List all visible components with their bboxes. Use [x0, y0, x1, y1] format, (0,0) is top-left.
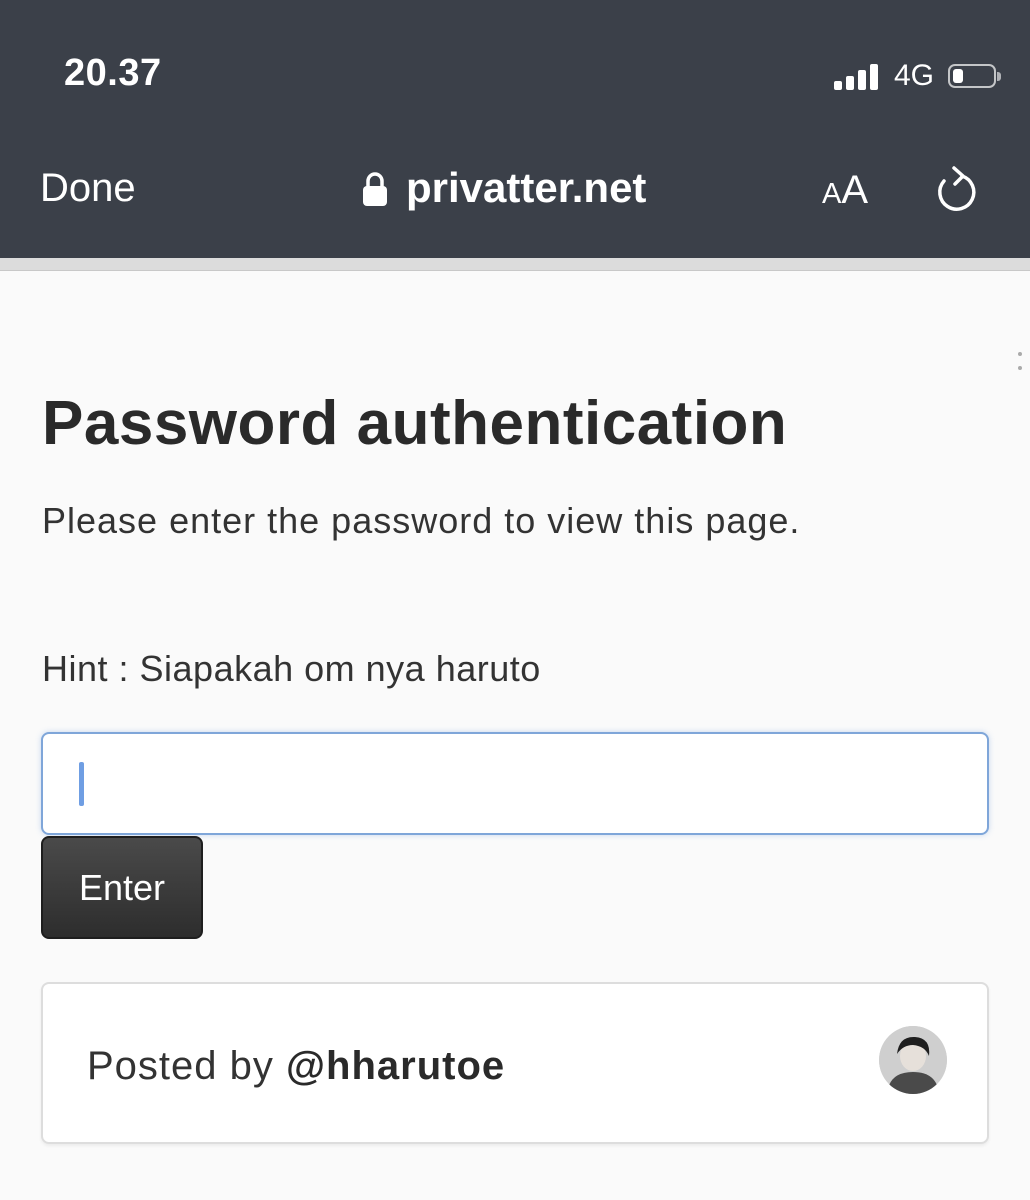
reload-icon[interactable] — [932, 164, 980, 218]
text-caret — [79, 762, 84, 806]
author-card: Posted by @hharutoe — [41, 982, 989, 1144]
posted-by-line: Posted by @hharutoe — [87, 1044, 505, 1089]
signal-icon — [833, 62, 882, 90]
posted-by-label: Posted by — [87, 1044, 274, 1088]
address-bar[interactable]: privatter.net — [362, 164, 646, 212]
browser-chrome: 20.37 4G Done privatter.net AA — [0, 0, 1030, 258]
network-type: 4G — [893, 59, 934, 92]
author-link[interactable]: @hharutoe — [286, 1044, 505, 1088]
scroll-indicator — [1018, 352, 1022, 376]
status-indicators: 4G — [833, 58, 1001, 94]
password-hint: Hint : Siapakah om nya haruto — [42, 648, 541, 689]
enter-button[interactable]: Enter — [41, 836, 203, 939]
password-input[interactable] — [41, 732, 989, 835]
page-progress-bar — [0, 258, 1030, 271]
battery-icon — [948, 64, 1001, 88]
text-size-large-glyph: A — [841, 168, 869, 212]
lock-icon — [363, 172, 387, 206]
battery-level — [953, 69, 963, 83]
url-text: privatter.net — [406, 164, 647, 211]
text-size-small-glyph: A — [822, 178, 842, 210]
page-description: Please enter the password to view this p… — [42, 500, 801, 541]
done-button[interactable]: Done — [40, 166, 136, 211]
page-title: Password authentication — [42, 389, 788, 458]
status-time: 20.37 — [64, 52, 162, 94]
avatar[interactable] — [879, 1026, 947, 1094]
text-size-button[interactable]: AA — [822, 168, 868, 213]
